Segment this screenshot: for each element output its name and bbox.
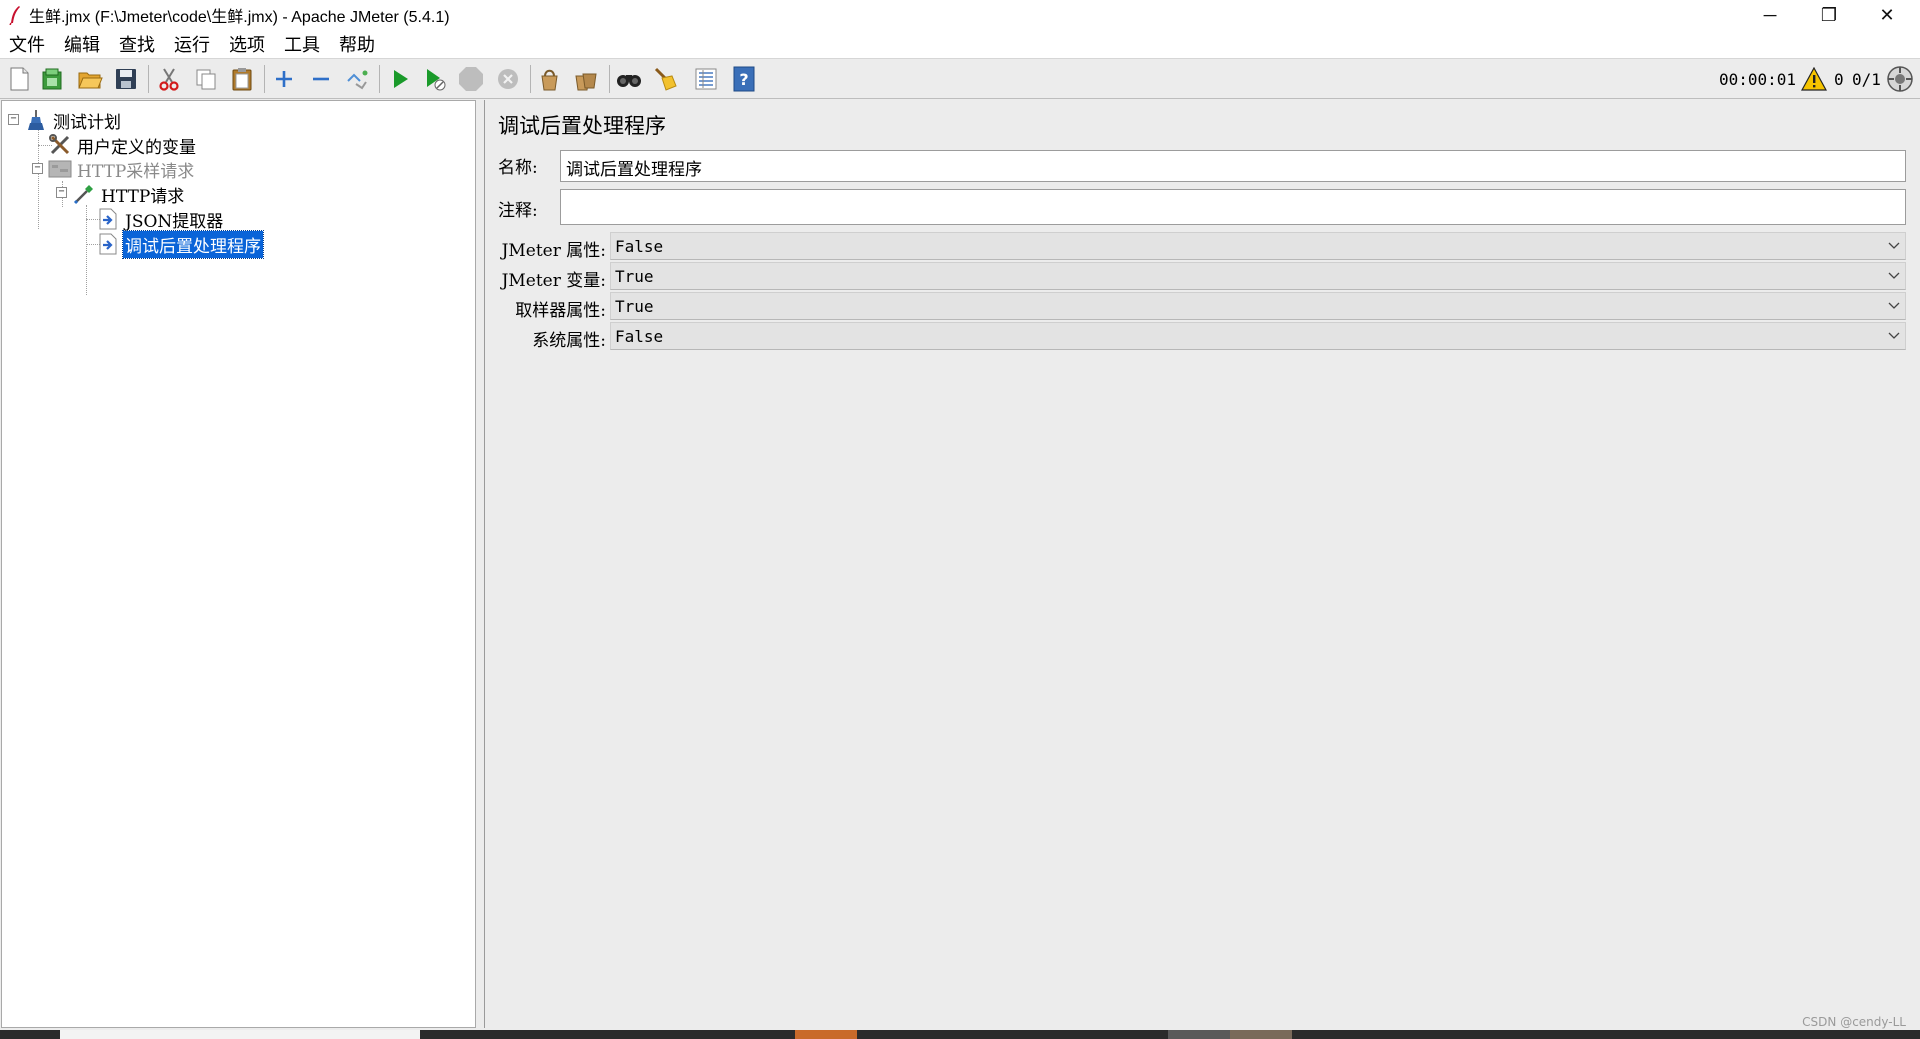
taskbar-app[interactable] bbox=[1230, 1030, 1292, 1039]
jmeter-properties-label: JMeter 属性: bbox=[501, 241, 606, 261]
name-field[interactable]: 调试后置处理程序 bbox=[560, 150, 1906, 182]
post-processor-icon bbox=[96, 207, 120, 231]
thread-count: 0/1 bbox=[1852, 69, 1881, 89]
taskbar-app[interactable] bbox=[1168, 1030, 1230, 1039]
shutdown-icon[interactable] bbox=[494, 65, 522, 93]
element-editor-panel: 调试后置处理程序 名称: 调试后置处理程序 注释: JMeter 属性: Fal… bbox=[486, 100, 1920, 1028]
toolbar-separator bbox=[264, 65, 265, 93]
start-icon[interactable] bbox=[386, 65, 414, 93]
start-no-pause-icon[interactable] bbox=[421, 65, 449, 93]
restore-button[interactable]: ❐ bbox=[1800, 0, 1858, 30]
warning-icon[interactable] bbox=[1800, 65, 1828, 93]
watermark: CSDN @cendy-LL bbox=[1802, 1015, 1906, 1029]
new-file-icon[interactable] bbox=[5, 65, 33, 93]
sampler-pipette-icon bbox=[72, 182, 96, 206]
templates-icon[interactable] bbox=[38, 65, 66, 93]
menu-run[interactable]: 运行 bbox=[172, 31, 212, 57]
tree-line bbox=[38, 121, 39, 229]
menu-search[interactable]: 查找 bbox=[117, 31, 157, 57]
status-indicator-icon[interactable] bbox=[1886, 65, 1914, 93]
paste-icon[interactable] bbox=[228, 65, 256, 93]
collapse-toggle[interactable]: − bbox=[8, 114, 19, 125]
sampler-properties-select[interactable]: True bbox=[610, 292, 1906, 320]
clear-icon[interactable] bbox=[536, 65, 564, 93]
tree-node-json-extractor[interactable]: JSON提取器 bbox=[96, 206, 225, 232]
toolbar-separator bbox=[609, 65, 610, 93]
menu-bar: 文件 编辑 查找 运行 选项 工具 帮助 bbox=[0, 30, 1920, 58]
tree-node-user-variables[interactable]: 用户定义的变量 bbox=[48, 132, 198, 158]
jmeter-properties-value: False bbox=[615, 236, 664, 256]
menu-options[interactable]: 选项 bbox=[227, 31, 267, 57]
help-icon[interactable]: ? bbox=[730, 65, 758, 93]
panel-splitter[interactable] bbox=[477, 100, 485, 1028]
test-plan-tree: − − − 测试计划 用户定义的变量 HTTP采样请求 HTTP请求 JSON提… bbox=[1, 100, 476, 1028]
system-properties-value: False bbox=[615, 326, 664, 346]
name-label: 名称: bbox=[498, 158, 538, 178]
tree-node-thread-group[interactable]: HTTP采样请求 bbox=[48, 156, 196, 182]
tree-node-test-plan[interactable]: 测试计划 bbox=[24, 107, 123, 133]
sampler-properties-label: 取样器属性: bbox=[515, 301, 606, 321]
jmeter-feather-icon bbox=[4, 4, 26, 26]
menu-tools[interactable]: 工具 bbox=[282, 31, 322, 57]
jmeter-variables-select[interactable]: True bbox=[610, 262, 1906, 290]
taskbar-app[interactable] bbox=[795, 1030, 857, 1039]
open-icon[interactable] bbox=[76, 65, 104, 93]
collapse-toggle[interactable]: − bbox=[56, 187, 67, 198]
expand-all-icon[interactable] bbox=[270, 65, 298, 93]
toolbar: ? 00:00:01 0 0/1 bbox=[0, 58, 1920, 99]
system-properties-select[interactable]: False bbox=[610, 322, 1906, 350]
collapse-all-icon[interactable] bbox=[307, 65, 335, 93]
menu-file[interactable]: 文件 bbox=[7, 31, 47, 57]
config-tools-icon bbox=[48, 133, 72, 157]
menu-edit[interactable]: 编辑 bbox=[62, 31, 102, 57]
sampler-properties-value: True bbox=[615, 296, 654, 316]
taskbar-app[interactable] bbox=[60, 1030, 420, 1039]
clear-all-icon[interactable] bbox=[572, 65, 600, 93]
chevron-down-icon bbox=[1883, 332, 1905, 340]
copy-icon[interactable] bbox=[192, 65, 220, 93]
thread-group-icon bbox=[48, 157, 72, 181]
jmeter-properties-select[interactable]: False bbox=[610, 232, 1906, 260]
toolbar-separator bbox=[530, 65, 531, 93]
window-title: 生鲜.jmx (F:\Jmeter\code\生鲜.jmx) - Apache … bbox=[29, 9, 450, 26]
chevron-down-icon bbox=[1883, 302, 1905, 310]
stop-icon[interactable] bbox=[457, 65, 485, 93]
toolbar-separator bbox=[148, 65, 149, 93]
jmeter-variables-label: JMeter 变量: bbox=[501, 271, 606, 291]
chevron-down-icon bbox=[1883, 272, 1905, 280]
toggle-icon[interactable] bbox=[343, 65, 371, 93]
test-plan-icon bbox=[24, 108, 48, 132]
elapsed-timer: 00:00:01 bbox=[1719, 69, 1797, 89]
jmeter-variables-value: True bbox=[615, 266, 654, 286]
collapse-toggle[interactable]: − bbox=[32, 163, 43, 174]
minimize-button[interactable]: ─ bbox=[1741, 0, 1799, 30]
error-count: 0 bbox=[1834, 69, 1844, 89]
function-helper-icon[interactable] bbox=[692, 65, 720, 93]
panel-title: 调试后置处理程序 bbox=[498, 114, 666, 138]
cut-icon[interactable] bbox=[155, 65, 183, 93]
post-processor-icon bbox=[96, 232, 120, 256]
os-taskbar bbox=[0, 1030, 1920, 1039]
title-bar: 生鲜.jmx (F:\Jmeter\code\生鲜.jmx) - Apache … bbox=[0, 0, 1920, 30]
reset-search-icon[interactable] bbox=[651, 65, 679, 93]
svg-text:?: ? bbox=[739, 70, 748, 89]
search-icon[interactable] bbox=[615, 65, 643, 93]
tree-node-http-request[interactable]: HTTP请求 bbox=[72, 181, 186, 207]
menu-help[interactable]: 帮助 bbox=[337, 31, 377, 57]
chevron-down-icon bbox=[1883, 242, 1905, 250]
comments-field[interactable] bbox=[560, 189, 1906, 225]
save-icon[interactable] bbox=[112, 65, 140, 93]
tree-node-debug-postprocessor[interactable]: 调试后置处理程序 bbox=[96, 229, 264, 259]
close-button[interactable]: ✕ bbox=[1858, 0, 1916, 30]
comments-label: 注释: bbox=[498, 201, 538, 221]
toolbar-separator bbox=[379, 65, 380, 93]
system-properties-label: 系统属性: bbox=[532, 331, 606, 351]
